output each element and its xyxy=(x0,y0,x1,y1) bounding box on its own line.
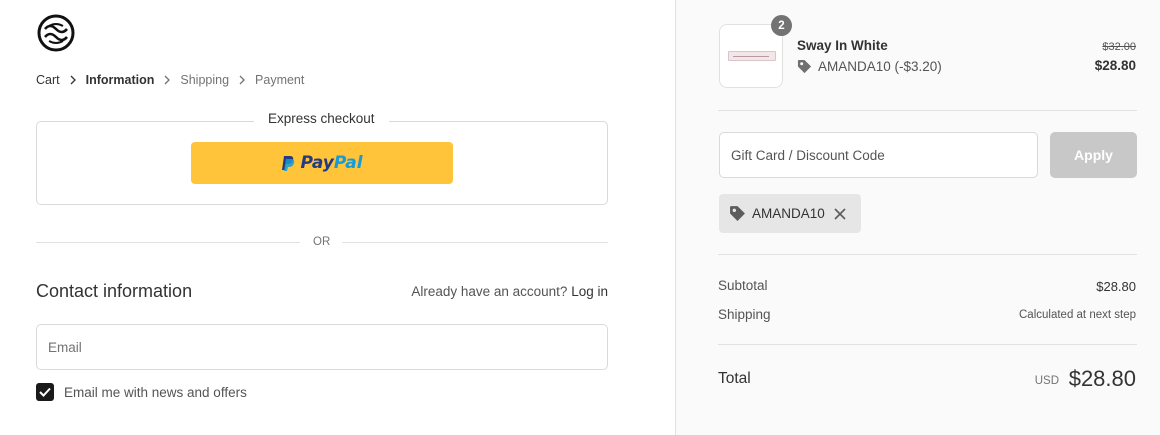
product-thumbnail xyxy=(719,24,783,88)
breadcrumb-shipping: Shipping xyxy=(180,73,230,87)
total-label: Total xyxy=(718,370,751,387)
or-divider: OR xyxy=(36,236,608,250)
paypal-button[interactable]: PayPal xyxy=(191,142,453,184)
product-name: Sway In White xyxy=(797,38,888,53)
account-prompt: Already have an account? Log in xyxy=(36,284,608,299)
quantity-badge: 2 xyxy=(771,15,792,36)
breadcrumb-information: Information xyxy=(85,73,155,87)
discount-code-input[interactable] xyxy=(719,132,1038,178)
subtotal-value: $28.80 xyxy=(1096,279,1136,294)
order-summary-sidebar: 2 Sway In White AMANDA10 (-$3.20) $32.00… xyxy=(675,0,1160,435)
section-divider xyxy=(718,110,1137,111)
breadcrumb-cart[interactable]: Cart xyxy=(36,73,60,87)
section-divider xyxy=(718,344,1137,345)
paypal-icon xyxy=(282,156,295,171)
currency-code: USD xyxy=(1034,375,1059,387)
subtotal-label: Subtotal xyxy=(718,278,768,293)
newsletter-option: Email me with news and offers xyxy=(36,383,247,401)
chevron-right-icon xyxy=(239,75,245,85)
newsletter-checkbox[interactable] xyxy=(36,383,54,401)
chevron-right-icon xyxy=(70,75,76,85)
product-image xyxy=(728,51,776,61)
main-column: Cart Information Shipping Payment Expres… xyxy=(0,0,675,435)
apply-button[interactable]: Apply xyxy=(1050,132,1137,178)
product-discount: AMANDA10 (-$3.20) xyxy=(797,59,942,74)
express-checkout-title: Express checkout xyxy=(254,111,389,126)
tag-icon xyxy=(797,59,812,74)
or-label: OR xyxy=(313,236,331,248)
paypal-word-pal: Pal xyxy=(333,153,363,173)
original-price: $32.00 xyxy=(1102,41,1136,53)
login-link[interactable]: Log in xyxy=(571,284,608,299)
discounted-price: $28.80 xyxy=(1094,58,1136,73)
shipping-label: Shipping xyxy=(718,307,771,322)
breadcrumb: Cart Information Shipping Payment xyxy=(36,73,304,87)
shipping-value: Calculated at next step xyxy=(1019,309,1136,321)
total-value: $28.80 xyxy=(1068,366,1136,391)
newsletter-label[interactable]: Email me with news and offers xyxy=(64,385,247,400)
close-icon[interactable] xyxy=(834,207,846,220)
tag-icon xyxy=(730,206,745,221)
account-prompt-text: Already have an account? xyxy=(411,284,568,299)
breadcrumb-payment: Payment xyxy=(255,73,305,87)
section-divider xyxy=(718,254,1137,255)
chevron-right-icon xyxy=(164,75,171,85)
store-logo[interactable] xyxy=(37,14,75,52)
checkmark-icon xyxy=(39,387,51,397)
divider-line xyxy=(36,242,300,243)
applied-discount-code: AMANDA10 xyxy=(752,206,825,221)
applied-discount-chip: AMANDA10 xyxy=(719,194,861,233)
email-field[interactable] xyxy=(36,324,608,370)
product-discount-text: AMANDA10 (-$3.20) xyxy=(818,59,942,74)
paypal-wordmark: PayPal xyxy=(300,153,362,173)
divider-line xyxy=(342,242,608,243)
paypal-word-pay: Pay xyxy=(300,153,334,173)
